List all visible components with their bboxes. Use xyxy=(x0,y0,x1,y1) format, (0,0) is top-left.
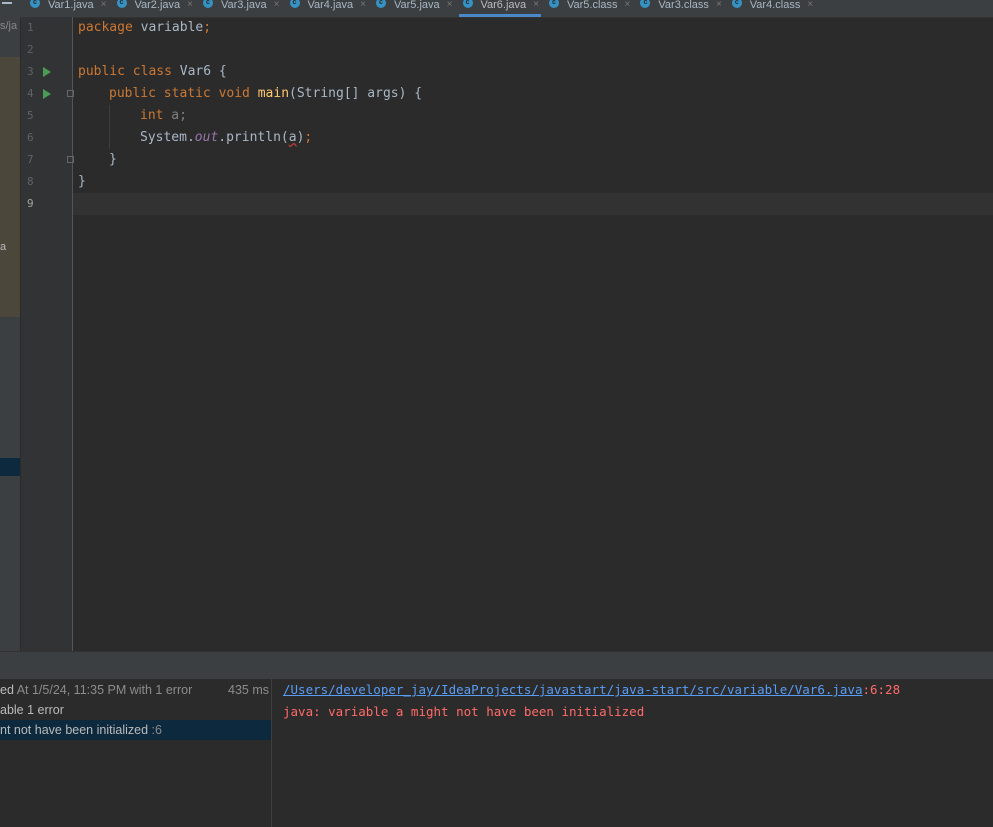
build-tool-window: ed At 1/5/24, 11:35 PM with 1 error 435 … xyxy=(0,679,993,827)
run-class-icon[interactable] xyxy=(43,67,51,77)
line-number: 5 xyxy=(27,109,34,122)
close-icon[interactable]: × xyxy=(716,0,722,10)
class-icon: c xyxy=(731,0,742,8)
build-duration: 435 ms xyxy=(228,683,269,697)
close-icon[interactable]: × xyxy=(807,0,813,10)
run-main-icon[interactable] xyxy=(43,89,51,99)
code-line-3: public class Var6 { xyxy=(78,64,227,79)
class-icon: c xyxy=(289,0,300,8)
class-icon: c xyxy=(203,0,213,8)
caret-row-highlight xyxy=(73,193,993,215)
line-number: 1 xyxy=(27,21,34,34)
tab-var6-java[interactable]: c Var6.java × xyxy=(458,0,550,17)
error-file-link[interactable]: /Users/developer_jay/IdeaProjects/javast… xyxy=(283,682,862,697)
build-summary-row[interactable]: ed At 1/5/24, 11:35 PM with 1 error 435 … xyxy=(0,680,271,700)
editor-tab-bar: c Var1.java × c Var2.java × c Var3.java × c Var… xyxy=(0,0,993,18)
code-line-6: System.out.println(a); xyxy=(140,130,313,145)
line-number: 6 xyxy=(27,131,34,144)
tab-var5-java[interactable]: c Var5.java × xyxy=(376,0,463,17)
line-number: 2 xyxy=(27,43,34,56)
close-icon[interactable]: × xyxy=(360,0,366,10)
line-number: 7 xyxy=(27,153,34,166)
code-line-5: int a; xyxy=(140,108,187,123)
class-icon: c xyxy=(549,0,559,8)
code-line-8: } xyxy=(78,174,86,189)
code-editor[interactable]: package variable; public class Var6 { pu… xyxy=(73,17,993,651)
line-number: 8 xyxy=(27,175,34,188)
close-icon[interactable]: × xyxy=(625,0,631,10)
project-highlight xyxy=(0,57,20,317)
class-icon: c xyxy=(640,0,651,8)
project-item-fragment[interactable]: a xyxy=(0,241,6,253)
error-position: :6:28 xyxy=(862,682,901,697)
tab-var4-class[interactable]: c Var4.class × xyxy=(731,0,823,17)
tab-var5-class[interactable]: c Var5.class × xyxy=(549,0,640,17)
tab-var1-java[interactable]: c Var1.java × xyxy=(30,0,117,17)
build-output: /Users/developer_jay/IdeaProjects/javast… xyxy=(283,679,900,723)
line-number: 9 xyxy=(27,197,34,210)
build-error-row[interactable]: nt not have been initialized :6 xyxy=(0,720,271,740)
tool-window-header[interactable] xyxy=(0,651,993,680)
close-icon[interactable]: × xyxy=(447,0,453,10)
code-line-4: public static void main(String[] args) { xyxy=(109,86,423,101)
close-icon[interactable]: × xyxy=(274,0,280,10)
tab-var3-class[interactable]: c Var3.class × xyxy=(640,0,731,17)
tabs-row: c Var1.java × c Var2.java × c Var3.java × c Var… xyxy=(30,0,823,17)
tab-var3-java[interactable]: c Var3.java × xyxy=(203,0,290,17)
class-icon: c xyxy=(30,0,40,8)
project-selected-row[interactable] xyxy=(0,458,20,476)
build-tree: ed At 1/5/24, 11:35 PM with 1 error 435 … xyxy=(0,679,272,827)
close-icon[interactable]: × xyxy=(101,0,107,10)
tab-var4-java[interactable]: c Var4.java × xyxy=(289,0,377,17)
error-message: java: variable a might not have been ini… xyxy=(283,704,645,719)
project-panel: s/ja a xyxy=(0,17,20,651)
code-line-7: } xyxy=(109,152,117,167)
project-path-fragment: s/ja xyxy=(0,20,18,32)
class-icon: c xyxy=(116,0,127,8)
close-icon[interactable]: × xyxy=(187,0,193,10)
editor-gutter: 1 2 3 4 5 6 7 8 9 xyxy=(21,17,74,651)
indent-guide xyxy=(109,105,110,149)
tab-var2-java[interactable]: c Var2.java × xyxy=(116,0,204,17)
build-file-row[interactable]: able 1 error xyxy=(0,700,271,720)
code-line-1: package variable; xyxy=(78,20,212,35)
collapse-icon[interactable] xyxy=(2,2,12,4)
error-highlight: a xyxy=(288,130,297,145)
class-icon: c xyxy=(462,0,473,8)
class-icon: c xyxy=(376,0,386,8)
close-icon[interactable]: × xyxy=(533,0,539,10)
